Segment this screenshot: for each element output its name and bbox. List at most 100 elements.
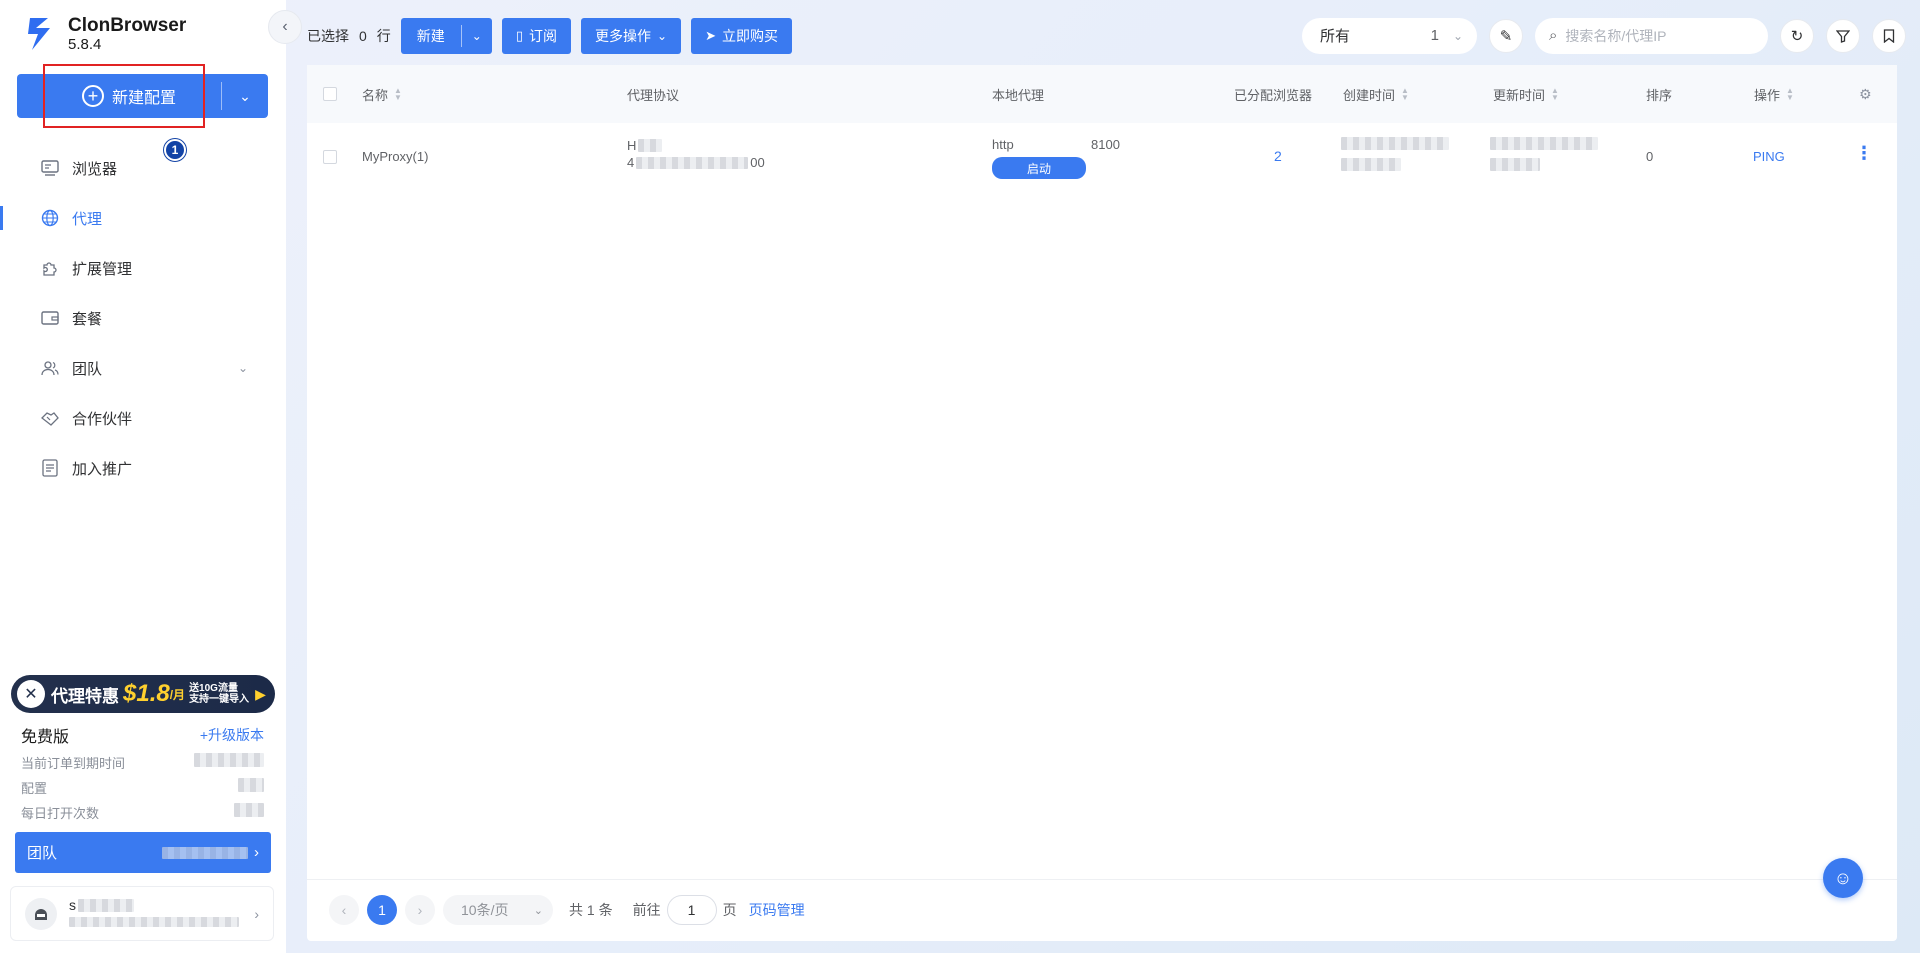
- promo-banner[interactable]: ✕ 代理特惠 $1.8 /月 送10G流量 支持一键导入 ▶: [11, 675, 275, 713]
- column-name[interactable]: 名称 ▲ ▼: [362, 85, 402, 104]
- redacted-username: [78, 898, 134, 912]
- redacted-date: [1341, 137, 1449, 150]
- bookmark-button[interactable]: [1872, 18, 1906, 53]
- next-page-button[interactable]: ›: [405, 895, 435, 925]
- select-all-checkbox[interactable]: [323, 87, 337, 101]
- user-initial: s: [69, 897, 76, 913]
- plan-row-expiry: 当前订单到期时间: [21, 753, 264, 772]
- new-button[interactable]: 新建: [401, 26, 461, 46]
- buy-now-label: 立即购买: [721, 27, 778, 44]
- plan-row-label: 每日打开次数: [21, 806, 100, 821]
- new-dropdown-button[interactable]: ⌄: [462, 29, 492, 43]
- column-local-proxy: 本地代理: [992, 85, 1044, 104]
- column-updated[interactable]: 更新时间 ▲ ▼: [1493, 85, 1559, 104]
- column-actions[interactable]: 操作 ▲ ▼: [1754, 85, 1794, 104]
- sidebar-item-extensions[interactable]: 扩展管理: [0, 243, 286, 293]
- goto-page-input[interactable]: 1: [666, 895, 717, 925]
- column-created[interactable]: 创建时间 ▲ ▼: [1343, 85, 1409, 104]
- filter-button[interactable]: [1826, 18, 1860, 53]
- redacted-value: [234, 803, 264, 817]
- user-avatar-icon: [35, 908, 47, 920]
- highlight-box: [43, 64, 205, 128]
- selected-prefix: 已选择: [307, 27, 349, 44]
- redacted-time: [1341, 158, 1401, 171]
- buy-now-button[interactable]: ➤ 立即购买: [691, 17, 792, 54]
- plan-name: 免费版: [21, 729, 70, 746]
- support-chat-button[interactable]: ☺: [1823, 858, 1863, 898]
- created-time: [1341, 137, 1449, 171]
- bookmark-icon: [1883, 28, 1895, 43]
- promo-note: 送10G流量 支持一键导入: [189, 683, 249, 705]
- chevron-down-icon: ⌄: [237, 361, 248, 375]
- sidebar-item-browser[interactable]: 浏览器: [0, 143, 286, 193]
- search-input[interactable]: [1565, 27, 1746, 44]
- promo-note-line2: 支持一键导入: [189, 694, 250, 705]
- sidebar-item-label: 扩展管理: [72, 260, 133, 278]
- chevron-right-icon: ›: [417, 902, 423, 918]
- plan-row-config: 配置: [21, 778, 264, 797]
- toolbar: 已选择 0 行 新建 ⌄ ▯ 订阅 更多操作 ⌄ ➤ 立即购买 所有 1 ⌄ ✎ ⌕…: [307, 17, 1906, 54]
- prev-page-button[interactable]: ‹: [329, 895, 359, 925]
- subscribe-label: 订阅: [529, 27, 558, 44]
- sidebar-nav: 浏览器 代理 扩展管理 套餐 团队 ⌄ 合作伙伴 加入推广: [0, 143, 286, 493]
- proxy-table-panel: 名称 ▲ ▼ 代理协议 本地代理 已分配浏览器 创建时间 ▲ ▼ 更新时间 ▲ ▼ 排…: [307, 65, 1897, 941]
- updated-time: [1490, 137, 1598, 171]
- sidebar-item-team[interactable]: 团队 ⌄: [0, 343, 286, 393]
- sidebar-item-partners[interactable]: 合作伙伴: [0, 393, 286, 443]
- page-number-current[interactable]: 1: [367, 895, 397, 925]
- sort-icon: ▲ ▼: [1551, 86, 1559, 102]
- globe-icon: [40, 208, 60, 228]
- group-filter-select[interactable]: 所有 1 ⌄: [1302, 17, 1477, 54]
- promo-note-line1: 送10G流量: [189, 683, 238, 694]
- sidebar-item-label: 浏览器: [72, 160, 118, 178]
- row-more-menu-button[interactable]: ⋮: [1855, 143, 1873, 164]
- column-settings-button[interactable]: ⚙: [1859, 86, 1872, 103]
- row-checkbox[interactable]: [323, 150, 337, 164]
- page-size-select[interactable]: 10条/页 ⌄: [443, 895, 553, 925]
- sidebar-item-proxy[interactable]: 代理: [0, 193, 286, 243]
- start-proxy-button[interactable]: 启动: [992, 157, 1086, 179]
- more-actions-button[interactable]: 更多操作 ⌄: [581, 17, 682, 54]
- assigned-browsers-link[interactable]: 2: [1274, 148, 1282, 164]
- column-assigned-label: 已分配浏览器: [1234, 87, 1313, 103]
- upgrade-link[interactable]: +升级版本: [200, 725, 264, 745]
- handshake-icon: [40, 408, 60, 428]
- play-icon: ▶: [255, 685, 266, 702]
- redacted-date: [1490, 137, 1598, 150]
- team-icon: [40, 358, 60, 378]
- chevron-down-icon: ⌄: [471, 28, 482, 43]
- column-actions-label: 操作: [1754, 87, 1781, 103]
- chevron-down-icon: ⌄: [239, 87, 251, 104]
- funnel-icon: [1836, 29, 1850, 43]
- new-config-dropdown-button[interactable]: ⌄: [222, 88, 268, 105]
- promo-logo-icon: ✕: [17, 680, 45, 708]
- promo-price: $1.8: [123, 680, 170, 707]
- user-card[interactable]: s ›: [10, 886, 274, 941]
- goto-prefix: 前往: [632, 902, 661, 918]
- table-row[interactable]: MyProxy(1) H 4 00 http 8100 启动 2 0 PING: [307, 123, 1897, 191]
- redacted-team-name: [162, 846, 248, 859]
- pagination: ‹ 1 › 10条/页 ⌄ 共 1 条 前往 1 页 页码管理: [329, 895, 805, 925]
- promotion-icon: [40, 458, 60, 478]
- search-box: ⌕: [1535, 17, 1768, 54]
- page-manage-link[interactable]: 页码管理: [749, 900, 805, 920]
- app-logo[interactable]: ClonBrowser 5.8.4: [26, 14, 186, 54]
- plan-row-label: 当前订单到期时间: [21, 756, 126, 771]
- redacted-value: [194, 753, 264, 767]
- sidebar-item-plans[interactable]: 套餐: [0, 293, 286, 343]
- chevron-down-icon: ⌄: [533, 904, 543, 917]
- collapse-sidebar-button[interactable]: ‹: [268, 10, 302, 44]
- document-icon: ▯: [515, 27, 524, 43]
- redacted-email: [69, 917, 239, 927]
- edit-button[interactable]: ✎: [1489, 18, 1523, 53]
- sidebar-item-promotion[interactable]: 加入推广: [0, 443, 286, 493]
- clonbrowser-logo-icon: [28, 18, 50, 50]
- team-switch-button[interactable]: 团队 ›: [15, 832, 271, 873]
- chevron-down-icon: ⌄: [1452, 28, 1463, 43]
- table-header: 名称 ▲ ▼ 代理协议 本地代理 已分配浏览器 创建时间 ▲ ▼ 更新时间 ▲ ▼ 排…: [307, 65, 1897, 123]
- refresh-button[interactable]: ↻: [1780, 18, 1814, 53]
- redacted-address: [636, 156, 749, 169]
- subscribe-button[interactable]: ▯ 订阅: [501, 17, 572, 54]
- refresh-icon: ↻: [1790, 27, 1804, 45]
- ping-button[interactable]: PING: [1753, 149, 1785, 164]
